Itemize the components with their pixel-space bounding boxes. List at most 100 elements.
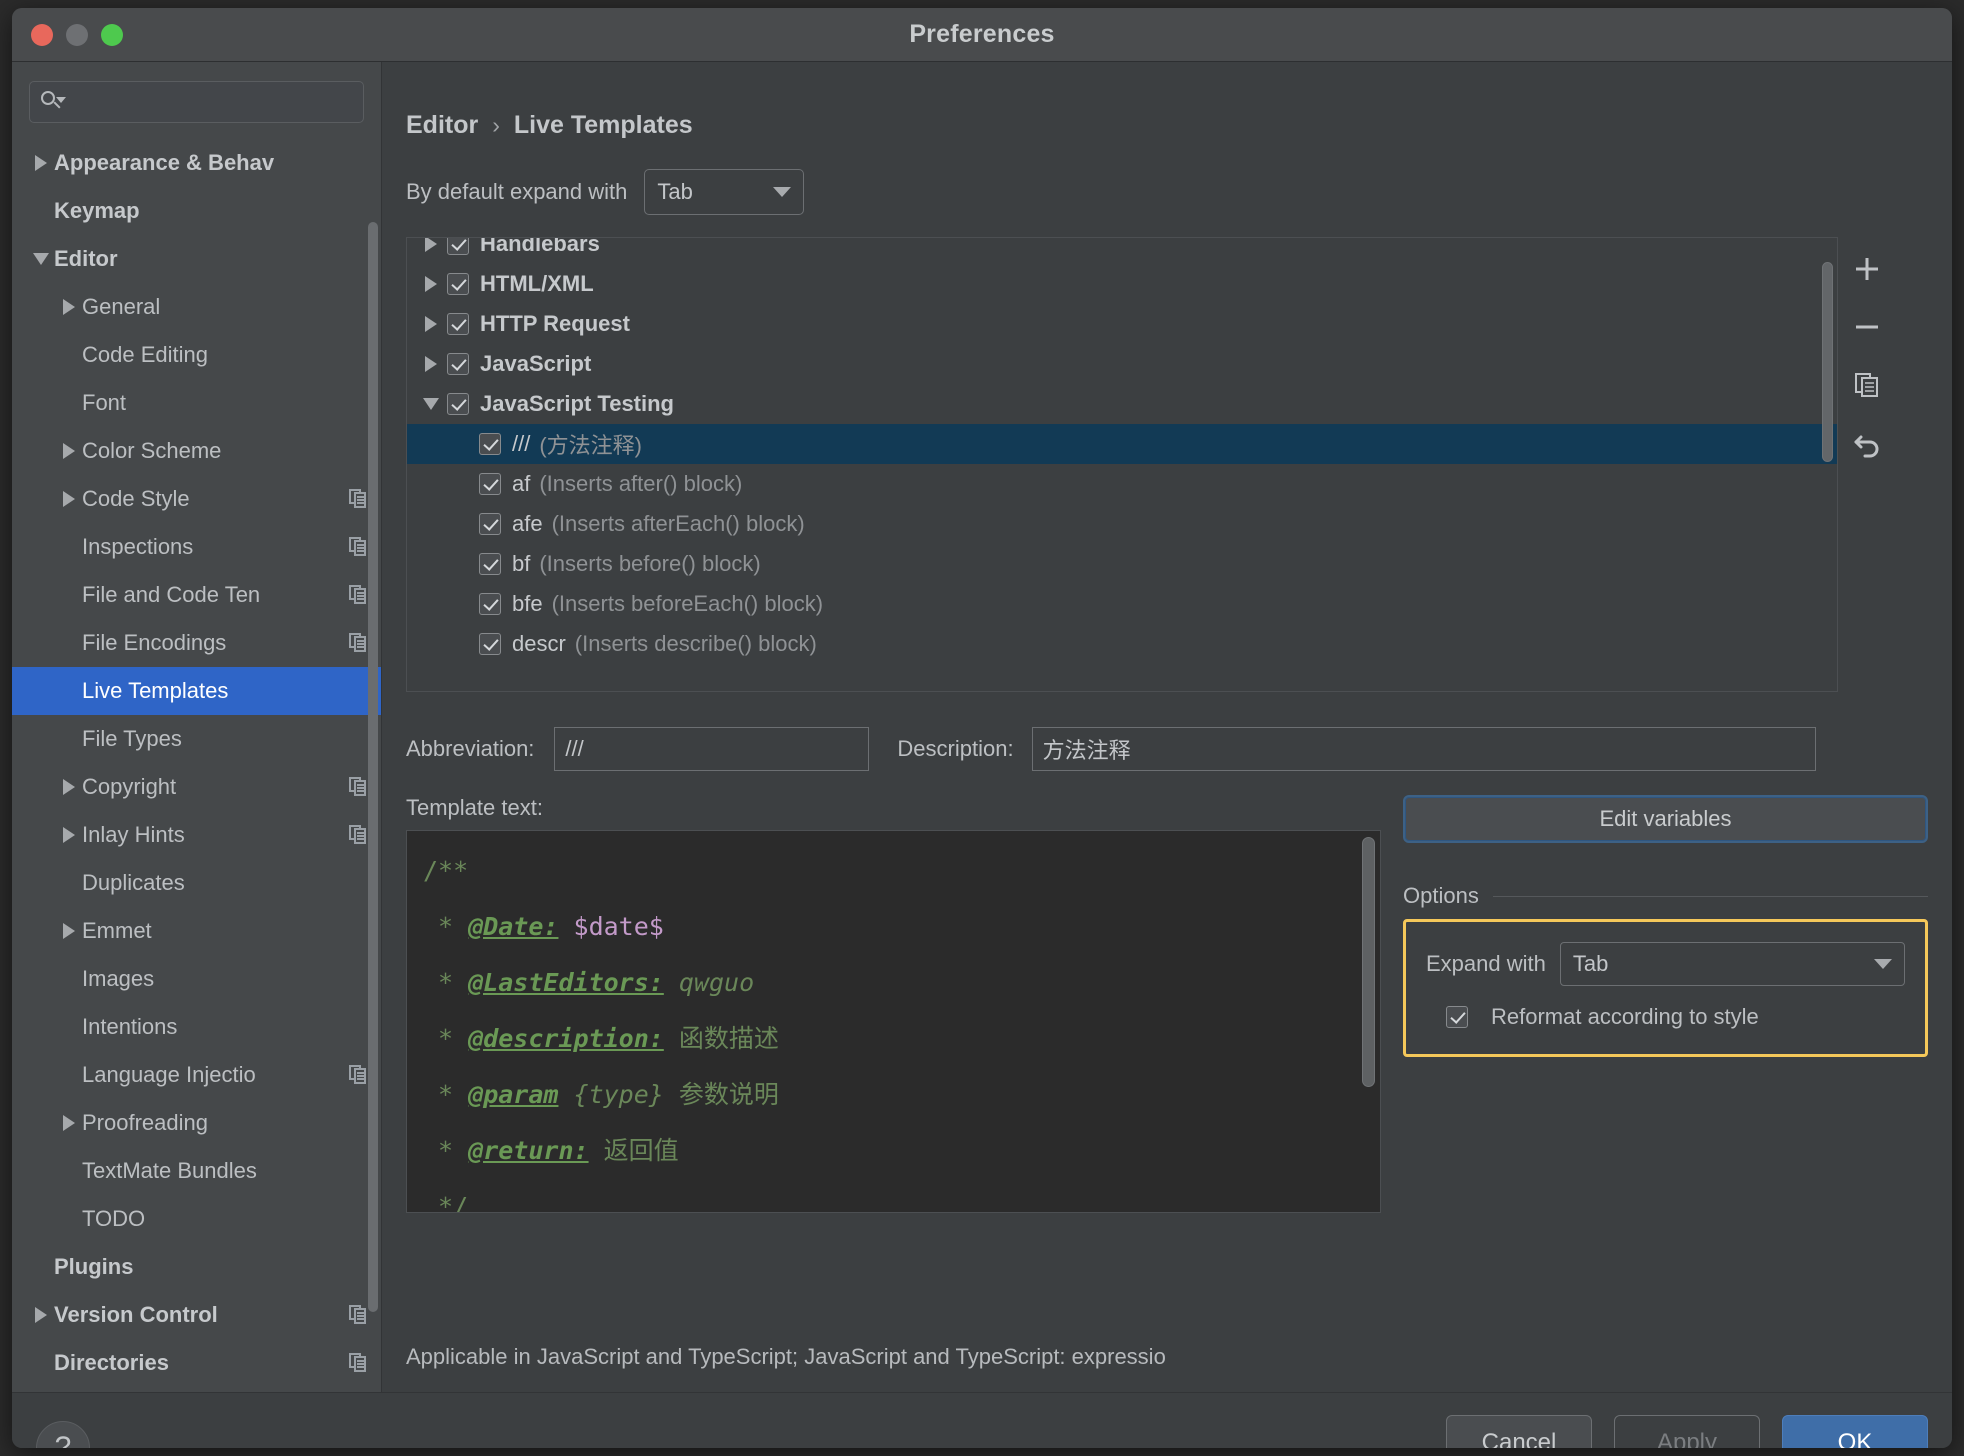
- template-list-scrollbar-thumb[interactable]: [1822, 262, 1833, 462]
- chevron-right-icon[interactable]: [56, 827, 82, 843]
- default-expand-select[interactable]: Tab: [644, 169, 805, 215]
- template-list-row[interactable]: bfe (Inserts beforeEach() block): [407, 584, 1837, 624]
- chevron-right-icon[interactable]: [415, 238, 447, 252]
- sidebar-item-plugins[interactable]: Plugins: [12, 1243, 381, 1291]
- sidebar-item-label: TextMate Bundles: [82, 1158, 257, 1183]
- chevron-right-icon[interactable]: [56, 1115, 82, 1131]
- template-enabled-checkbox[interactable]: [479, 473, 501, 495]
- sidebar-item-color-scheme[interactable]: Color Scheme: [12, 427, 381, 475]
- template-enabled-checkbox[interactable]: [479, 553, 501, 575]
- ok-button[interactable]: OK: [1782, 1415, 1928, 1448]
- template-list-row[interactable]: /// (方法注释): [407, 424, 1837, 464]
- template-list-row[interactable]: descr (Inserts describe() block): [407, 624, 1837, 664]
- template-enabled-checkbox[interactable]: [447, 393, 469, 415]
- sidebar-item-inlay-hints[interactable]: Inlay Hints: [12, 811, 381, 859]
- remove-template-button[interactable]: [1847, 307, 1887, 347]
- abbreviation-input[interactable]: ///: [554, 727, 870, 771]
- template-enabled-checkbox[interactable]: [479, 513, 501, 535]
- template-list-row[interactable]: HTML/XML: [407, 264, 1837, 304]
- chevron-right-icon[interactable]: [415, 356, 447, 372]
- template-enabled-checkbox[interactable]: [447, 238, 469, 255]
- breadcrumb-parent[interactable]: Editor: [406, 111, 478, 140]
- template-text-line: */: [423, 1179, 1364, 1213]
- code-token-plain: */: [423, 1192, 469, 1213]
- chevron-right-icon[interactable]: [28, 155, 54, 171]
- sidebar-item-code-style[interactable]: Code Style: [12, 475, 381, 523]
- chevron-right-icon[interactable]: [56, 443, 82, 459]
- sidebar-item-version-control[interactable]: Version Control: [12, 1291, 381, 1339]
- template-list-row[interactable]: JavaScript: [407, 344, 1837, 384]
- template-enabled-checkbox[interactable]: [479, 593, 501, 615]
- add-template-button[interactable]: [1847, 249, 1887, 289]
- sidebar-item-directories[interactable]: Directories: [12, 1339, 381, 1387]
- template-list-row[interactable]: bf (Inserts before() block): [407, 544, 1837, 584]
- sidebar-item-label: File and Code Ten: [82, 582, 261, 607]
- sidebar-item-file-types[interactable]: File Types: [12, 715, 381, 763]
- template-enabled-checkbox[interactable]: [447, 313, 469, 335]
- sidebar-item-proofreading[interactable]: Proofreading: [12, 1099, 381, 1147]
- sidebar-item-keymap[interactable]: Keymap: [12, 187, 381, 235]
- chevron-right-icon[interactable]: [56, 923, 82, 939]
- chevron-down-icon[interactable]: [28, 253, 54, 265]
- help-button[interactable]: ?: [36, 1420, 90, 1448]
- sidebar-scrollbar-thumb[interactable]: [368, 222, 378, 1312]
- sidebar-item-textmate-bundles[interactable]: TextMate Bundles: [12, 1147, 381, 1195]
- chevron-right-icon[interactable]: [415, 316, 447, 332]
- template-text-line: * @description: 函数描述: [423, 1011, 1364, 1067]
- sidebar-item-label: Directories: [54, 1350, 169, 1375]
- template-text-editor[interactable]: /** * @Date: $date$ * @LastEditors: qwgu…: [406, 830, 1381, 1213]
- template-list[interactable]: Handlebars HTML/XML HTTP Request JavaScript…: [406, 237, 1838, 692]
- copy-settings-icon: [349, 825, 367, 845]
- sidebar-scrollbar[interactable]: [368, 172, 378, 1312]
- options-title: Options: [1403, 883, 1479, 908]
- template-enabled-checkbox[interactable]: [447, 273, 469, 295]
- reformat-row[interactable]: Reformat according to style: [1426, 1004, 1905, 1030]
- revert-template-button[interactable]: [1847, 423, 1887, 463]
- template-list-row[interactable]: HTTP Request: [407, 304, 1837, 344]
- sidebar-item-code-editing[interactable]: Code Editing: [12, 331, 381, 379]
- sidebar-item-inspections[interactable]: Inspections: [12, 523, 381, 571]
- sidebar-item-todo[interactable]: TODO: [12, 1195, 381, 1243]
- sidebar-item-emmet[interactable]: Emmet: [12, 907, 381, 955]
- sidebar-item-file-and-code-ten[interactable]: File and Code Ten: [12, 571, 381, 619]
- sidebar-item-images[interactable]: Images: [12, 955, 381, 1003]
- sidebar-item-font[interactable]: Font: [12, 379, 381, 427]
- sidebar-item-general[interactable]: General: [12, 283, 381, 331]
- template-abbreviation: bf: [512, 551, 531, 576]
- chevron-right-icon[interactable]: [56, 299, 82, 315]
- search-input[interactable]: [68, 91, 353, 113]
- default-expand-label: By default expand with: [406, 179, 628, 204]
- template-list-row[interactable]: af (Inserts after() block): [407, 464, 1837, 504]
- chevron-right-icon[interactable]: [28, 1307, 54, 1323]
- search-box[interactable]: [29, 81, 364, 123]
- sidebar-item-file-encodings[interactable]: File Encodings: [12, 619, 381, 667]
- edit-variables-button[interactable]: Edit variables: [1403, 795, 1928, 843]
- chevron-down-icon[interactable]: [415, 398, 447, 410]
- sidebar-item-duplicates[interactable]: Duplicates: [12, 859, 381, 907]
- reformat-checkbox[interactable]: [1446, 1006, 1468, 1028]
- template-list-row[interactable]: Handlebars: [407, 238, 1837, 264]
- template-list-row[interactable]: afe (Inserts afterEach() block): [407, 504, 1837, 544]
- sidebar-item-editor[interactable]: Editor: [12, 235, 381, 283]
- sidebar-item-live-templates[interactable]: Live Templates: [12, 667, 381, 715]
- description-input[interactable]: 方法注释: [1031, 727, 1816, 771]
- sidebar-item-appearance-behav[interactable]: Appearance & Behav: [12, 139, 381, 187]
- sidebar-item-copyright[interactable]: Copyright: [12, 763, 381, 811]
- cancel-button[interactable]: Cancel: [1446, 1415, 1592, 1448]
- chevron-right-icon[interactable]: [56, 491, 82, 507]
- sidebar-item-language-injectio[interactable]: Language Injectio: [12, 1051, 381, 1099]
- copy-template-button[interactable]: [1847, 365, 1887, 405]
- template-text-line: * @LastEditors: qwguo: [423, 955, 1364, 1011]
- sidebar-item-intentions[interactable]: Intentions: [12, 1003, 381, 1051]
- template-enabled-checkbox[interactable]: [479, 433, 501, 455]
- template-list-row[interactable]: JavaScript Testing: [407, 384, 1837, 424]
- expand-with-select[interactable]: Tab: [1559, 942, 1905, 986]
- chevron-right-icon[interactable]: [415, 276, 447, 292]
- template-enabled-checkbox[interactable]: [479, 633, 501, 655]
- code-token-var: $date$: [573, 912, 664, 941]
- template-text-scrollbar-thumb[interactable]: [1362, 837, 1375, 1087]
- template-text-column: Template text: /** * @Date: $date$ * @La…: [406, 795, 1381, 1213]
- template-description: (Inserts describe() block): [574, 631, 817, 656]
- chevron-right-icon[interactable]: [56, 779, 82, 795]
- template-enabled-checkbox[interactable]: [447, 353, 469, 375]
